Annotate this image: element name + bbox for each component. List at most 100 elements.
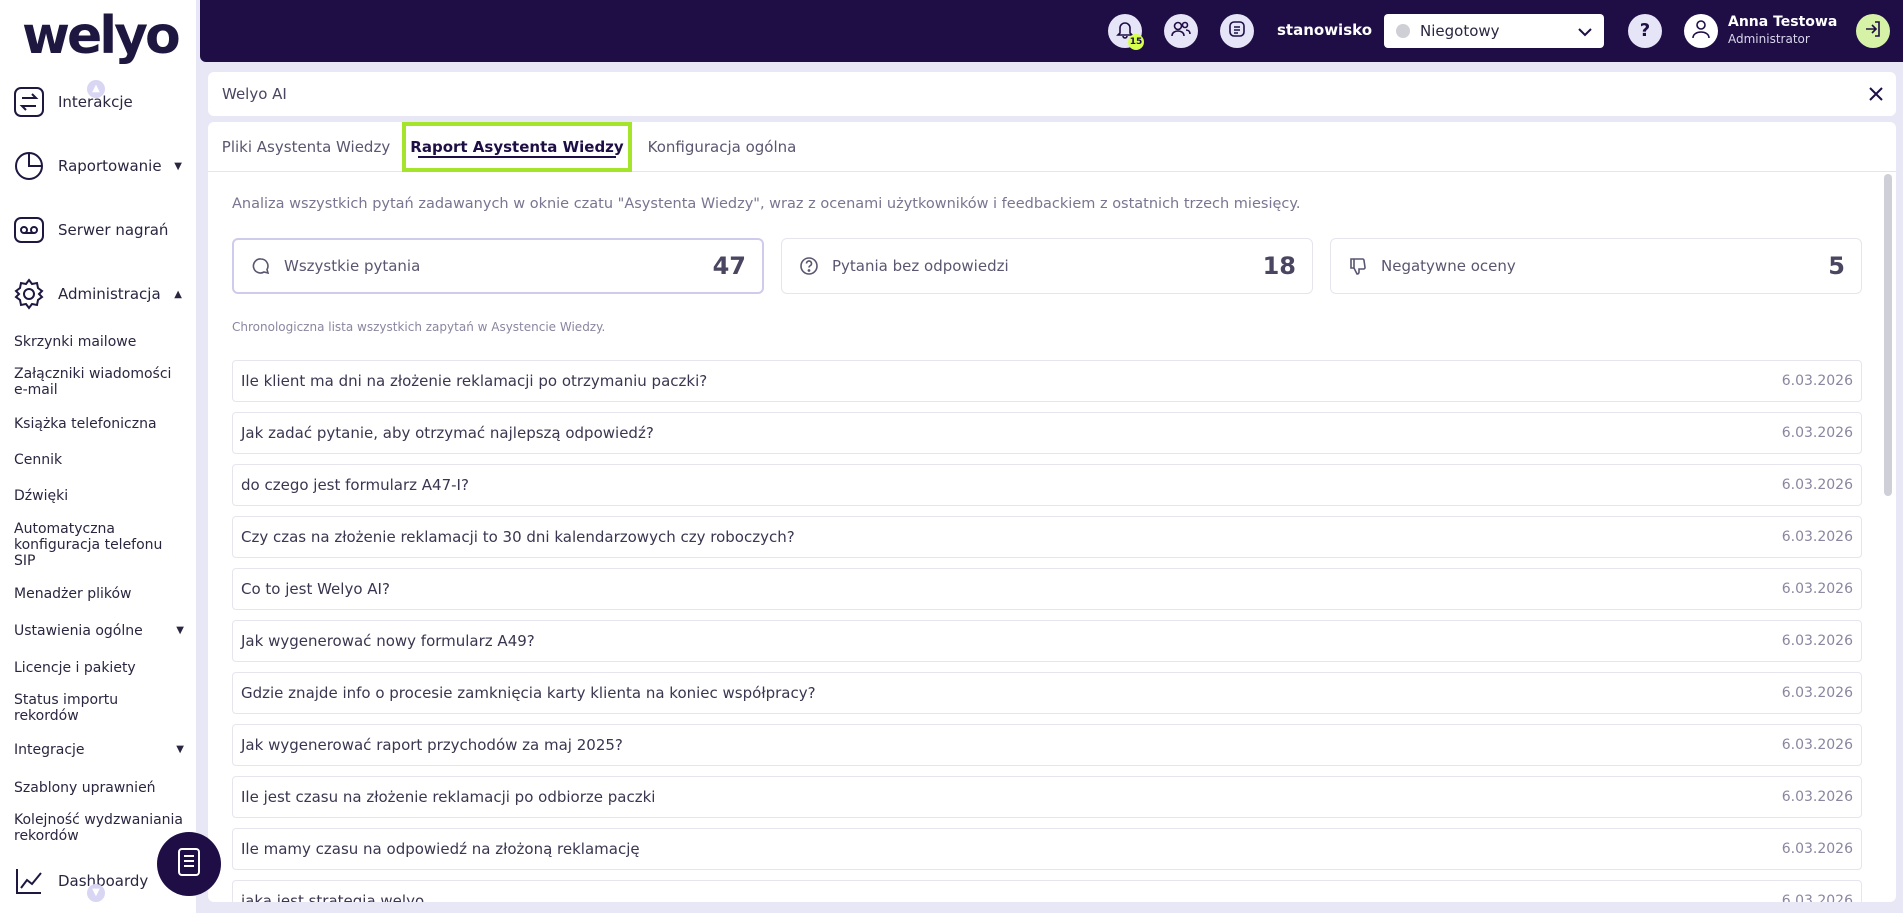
tab-konfiguracja[interactable]: Konfiguracja ogólna <box>632 122 812 172</box>
help-button[interactable]: ? <box>1628 14 1662 48</box>
notes-fab-button[interactable] <box>157 832 221 896</box>
sidebar-subitem-label: Automatyczna konfiguracja telefonu SIP <box>14 521 163 569</box>
list-item[interactable]: Jak wygenerować raport przychodów za maj… <box>232 724 1862 766</box>
close-icon[interactable] <box>1856 86 1896 102</box>
sidebar-subitem-licencje[interactable]: Licencje i pakiety <box>14 659 194 677</box>
list-item[interactable]: Co to jest Welyo AI? 6.03.2026 <box>232 568 1862 610</box>
gear-icon <box>12 277 46 311</box>
stat-label: Pytania bez odpowiedzi <box>832 257 1009 275</box>
welyo-logo[interactable]: welyo <box>22 8 181 64</box>
users-button[interactable] <box>1164 14 1198 48</box>
question-date: 6.03.2026 <box>1781 477 1853 493</box>
question-date: 6.03.2026 <box>1781 685 1853 701</box>
stat-value: 5 <box>1828 252 1845 280</box>
tab-bar: Pliki Asystenta Wiedzy Raport Asystenta … <box>208 122 1896 172</box>
sidebar-subitem-dzwieki[interactable]: Dźwięki <box>14 487 194 505</box>
question-date: 6.03.2026 <box>1781 633 1853 649</box>
sidebar-subitem-menadzer[interactable]: Menadżer plików <box>14 585 194 603</box>
tab-label: Pliki Asystenta Wiedzy <box>221 138 391 156</box>
scroll-down-icon[interactable]: ▼ <box>87 884 105 902</box>
sidebar-item-administracja[interactable]: Administracja ▲ <box>12 274 192 314</box>
question-text: Jak wygenerować nowy formularz A49? <box>241 632 535 650</box>
list-item[interactable]: Ile jest czasu na złożenie reklamacji po… <box>232 776 1862 818</box>
user-avatar[interactable] <box>1684 14 1718 48</box>
sidebar-subitem-label: Status importu rekordów <box>14 692 119 724</box>
question-date: 6.03.2026 <box>1781 529 1853 545</box>
sidebar-subitem-zalaczniki[interactable]: Załączniki wiadomości e-mail <box>14 366 184 398</box>
question-date: 6.03.2026 <box>1781 893 1853 902</box>
sidebar-subitem-integracje[interactable]: Integracje ▼ <box>14 741 194 759</box>
list-item[interactable]: Jak zadać pytanie, aby otrzymać najlepsz… <box>232 412 1862 454</box>
sidebar-subitem-ksiazka[interactable]: Książka telefoniczna <box>14 415 194 433</box>
messages-button[interactable] <box>1220 14 1254 48</box>
notifications-button[interactable]: 15 <box>1108 14 1144 50</box>
question-text: Jak wygenerować raport przychodów za maj… <box>241 736 623 754</box>
sidebar-subitem-skrzynki[interactable]: Skrzynki mailowe <box>14 333 194 351</box>
scrollbar-thumb[interactable] <box>1884 174 1892 496</box>
topbar: 15 stanowisko Niegotowy ? Anna Testowa A… <box>200 0 1903 62</box>
notifications-count-badge: 15 <box>1128 34 1144 50</box>
chat-bubble-icon <box>250 255 272 277</box>
list-item[interactable]: Czy czas na złożenie reklamacji to 30 dn… <box>232 516 1862 558</box>
sidebar-subitem-status-importu[interactable]: Status importu rekordów <box>14 692 164 724</box>
pie-chart-icon <box>12 149 46 183</box>
line-chart-icon <box>12 864 46 898</box>
sidebar-subitem-label: Dźwięki <box>14 488 69 504</box>
workstation-label[interactable]: stanowisko <box>1277 21 1372 39</box>
question-text: Ile klient ma dni na złożenie reklamacji… <box>241 372 708 390</box>
stat-card-unanswered[interactable]: Pytania bez odpowiedzi 18 <box>781 238 1313 294</box>
sidebar-subitem-label: Menadżer plików <box>14 586 132 602</box>
sidebar-subitem-ustawienia[interactable]: Ustawienia ogólne ▼ <box>14 622 194 640</box>
arrows-swap-icon <box>12 85 46 119</box>
question-circle-icon <box>798 255 820 277</box>
tab-label: Konfiguracja ogólna <box>647 138 797 156</box>
status-value: Niegotowy <box>1420 22 1500 40</box>
question-date: 6.03.2026 <box>1781 425 1853 441</box>
question-text: do czego jest formularz A47-I? <box>241 476 469 494</box>
stat-label: Wszystkie pytania <box>284 257 421 275</box>
list-item[interactable]: Gdzie znajde info o procesie zamknięcia … <box>232 672 1862 714</box>
chevron-up-icon[interactable]: ▲ <box>174 289 182 300</box>
status-select[interactable]: Niegotowy <box>1384 14 1604 48</box>
list-item[interactable]: jaka jest strategia welyo 6.03.2026 <box>232 880 1862 902</box>
question-date: 6.03.2026 <box>1781 789 1853 805</box>
main-panel: Pliki Asystenta Wiedzy Raport Asystenta … <box>208 122 1896 902</box>
logout-icon <box>1863 19 1883 43</box>
sidebar-subitem-label: Skrzynki mailowe <box>14 334 137 350</box>
status-dot <box>1396 24 1410 38</box>
sidebar-subitem-cennik[interactable]: Cennik <box>14 451 194 469</box>
stat-value: 18 <box>1262 252 1296 280</box>
sidebar-subitem-sip[interactable]: Automatyczna konfiguracja telefonu SIP <box>14 521 174 569</box>
window-title-bar: Welyo AI <box>208 72 1896 116</box>
window-title: Welyo AI <box>222 85 287 103</box>
sidebar-item-raportowanie[interactable]: Raportowanie ▼ <box>12 146 192 186</box>
logout-button[interactable] <box>1856 14 1890 48</box>
chevron-down-icon[interactable]: ▼ <box>174 161 182 172</box>
user-name: Anna Testowa <box>1728 14 1838 30</box>
tab-raport-asystenta[interactable]: Raport Asystenta Wiedzy <box>402 122 632 172</box>
list-item[interactable]: do czego jest formularz A47-I? 6.03.2026 <box>232 464 1862 506</box>
stat-card-all-questions[interactable]: Wszystkie pytania 47 <box>232 238 764 294</box>
chevron-down-icon <box>1578 22 1592 41</box>
sidebar-item-label: Raportowanie <box>58 157 162 175</box>
sidebar-subitem-szablony[interactable]: Szablony uprawnień <box>14 779 194 797</box>
chevron-down-icon[interactable]: ▼ <box>176 742 184 758</box>
list-item[interactable]: Jak wygenerować nowy formularz A49? 6.03.… <box>232 620 1862 662</box>
question-text: Ile mamy czasu na odpowiedź na złożoną r… <box>241 840 640 858</box>
users-icon <box>1170 19 1192 43</box>
user-role: Administrator <box>1728 32 1810 46</box>
sidebar-subitem-label: Cennik <box>14 452 63 468</box>
sidebar-item-serwer-nagran[interactable]: Serwer nagrań <box>12 210 192 250</box>
list-item[interactable]: Ile klient ma dni na złożenie reklamacji… <box>232 360 1862 402</box>
question-date: 6.03.2026 <box>1781 841 1853 857</box>
sidebar: welyo ▲ Interakcje Raportowanie ▼ Serwer… <box>0 0 196 913</box>
stat-card-negative-ratings[interactable]: Negatywne oceny 5 <box>1330 238 1862 294</box>
sidebar-subitem-label: Integracje <box>14 742 85 758</box>
list-item[interactable]: Ile mamy czasu na odpowiedź na złożoną r… <box>232 828 1862 870</box>
stat-label: Negatywne oceny <box>1381 257 1516 275</box>
question-date: 6.03.2026 <box>1781 581 1853 597</box>
chevron-down-icon[interactable]: ▼ <box>176 623 184 639</box>
sidebar-subitem-label: Szablony uprawnień <box>14 780 156 796</box>
tab-pliki-asystenta[interactable]: Pliki Asystenta Wiedzy <box>208 122 404 172</box>
sidebar-item-interakcje[interactable]: Interakcje <box>12 82 192 122</box>
